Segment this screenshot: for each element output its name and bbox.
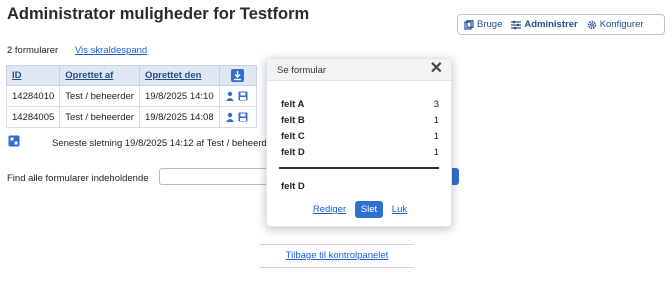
tab-bruge[interactable]: Bruge [464,19,502,30]
save-icon[interactable] [238,112,248,122]
search-input[interactable] [159,168,269,185]
save-icon[interactable] [238,91,248,101]
row-id: 14284005 [5,106,61,128]
row-created-by: Test / beheerder [59,85,140,107]
field-value: 1 [433,147,439,158]
row-id: 14284010 [5,85,61,107]
field-name: felt D [281,147,305,158]
field-row: felt C 1 [281,131,439,142]
field-value: 1 [433,131,439,142]
gear-icon [587,20,596,29]
row-created-on: 19/8/2025 14:08 [138,106,220,128]
column-header-id[interactable]: ID [5,65,61,86]
field-name: felt B [281,115,305,126]
column-header-created-by[interactable]: Oprettet af [59,65,140,86]
row-created-on: 19/8/2025 14:10 [138,85,220,107]
edit-link[interactable]: Rediger [313,204,346,215]
sliders-icon [511,20,522,29]
tab-administrer[interactable]: Administrer [511,19,578,30]
field-name: felt D [281,181,305,192]
back-to-dashboard-link[interactable]: Tilbage til kontrolpanelet [260,250,414,261]
last-delete-info: Seneste sletning 19/8/2025 14:12 af Test… [52,138,270,149]
tab-label: Administrer [524,19,578,30]
form-count: 2 formularer [7,45,59,56]
close-link[interactable]: Luk [392,204,407,215]
tab-label: Konfigurer [599,19,644,30]
view-form-dialog: Se formular ✕ felt A 3 felt B 1 felt C 1… [266,58,452,227]
mode-tabs: Bruge Administrer Konfigurer [457,14,665,35]
user-icon[interactable] [225,91,235,101]
dialog-divider [279,167,439,169]
field-value: 1 [433,115,439,126]
divider [260,267,414,268]
dialog-header: Se formular ✕ [267,59,451,81]
field-row: felt A 3 [281,99,439,110]
row-created-by: Test / beheerder [59,106,140,128]
field-row: felt D [281,181,439,192]
tab-konfigurer[interactable]: Konfigurer [587,19,644,30]
dialog-actions: Rediger Slet Luk [267,201,453,218]
field-value: 3 [433,99,439,110]
page-title: Administrator muligheder for Testform [7,5,310,23]
field-name: felt A [281,99,305,110]
field-name: felt C [281,131,305,142]
forms-table: ID Oprettet af Oprettet den 14284010 Tes… [5,65,257,128]
user-icon[interactable] [225,112,235,122]
delete-button[interactable]: Slet [354,201,384,218]
table-row[interactable]: 14284010 Test / beheerder 19/8/2025 14:1… [5,85,257,107]
copy-icon [464,19,474,30]
show-trash-link[interactable]: Vis skraldespand [75,45,147,56]
table-row[interactable]: 14284005 Test / beheerder 19/8/2025 14:0… [5,106,257,128]
field-row: felt D 1 [281,147,439,158]
column-header-download [218,65,257,86]
dialog-title: Se formular [277,65,327,76]
field-row: felt B 1 [281,115,439,126]
table-header-row: ID Oprettet af Oprettet den [5,65,257,86]
row-actions [218,85,257,107]
search-label: Find alle formularer indeholdende [7,173,149,184]
column-header-created-on[interactable]: Oprettet den [138,65,220,86]
divider [260,244,414,245]
close-icon[interactable]: ✕ [430,61,443,77]
row-actions [218,106,257,128]
summary-table-icon[interactable] [8,135,20,147]
download-icon[interactable] [231,69,245,82]
tab-label: Bruge [477,19,503,30]
